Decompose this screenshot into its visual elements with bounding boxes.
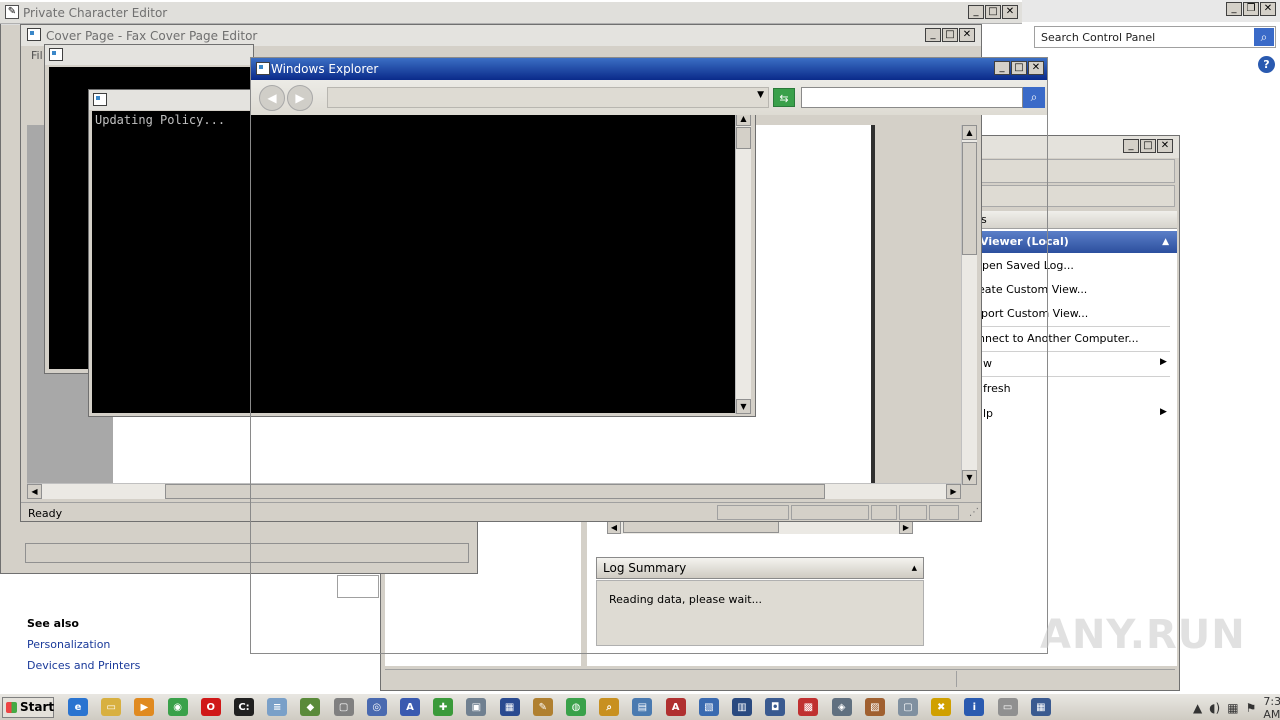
app-icon-14[interactable]: ◘: [765, 698, 786, 716]
console-back-titlebar[interactable]: [45, 45, 253, 65]
address-dropdown-icon[interactable]: ▼: [757, 90, 764, 100]
anyrun-watermark: ANY.RUN: [1040, 612, 1246, 658]
opera-icon[interactable]: O: [200, 698, 221, 716]
chrome-icon[interactable]: ◉: [167, 698, 188, 716]
close-button[interactable]: ✕: [959, 28, 975, 42]
app-icon-1[interactable]: ◆: [300, 698, 321, 716]
app-icon-13[interactable]: ▥: [732, 698, 752, 716]
show-hidden-icons-icon[interactable]: ▲: [1193, 701, 1202, 715]
fax-editor-titlebar[interactable]: Cover Page - Fax Cover Page Editor: [21, 25, 981, 46]
app-icon-17[interactable]: ▨: [864, 698, 885, 716]
console-icon: [49, 48, 63, 61]
watermark-text: ANY.RUN: [1040, 612, 1246, 658]
private-char-titlebar-extension: ✎ Private Character Editor: [0, 2, 1022, 24]
explorer-app-icon: [256, 62, 270, 75]
notepad-icon[interactable]: ≡: [267, 698, 288, 716]
flag-icon[interactable]: ⚑: [1246, 701, 1257, 715]
magnifier-icon[interactable]: ⌕: [599, 698, 620, 716]
link-devices-and-printers[interactable]: Devices and Printers: [27, 659, 140, 672]
help-icon[interactable]: ?: [1258, 56, 1275, 73]
console-icon: [93, 93, 107, 106]
private-char-controls-right: _ □ ✕: [968, 5, 1278, 19]
app-icon-6[interactable]: ▣: [466, 698, 487, 716]
explorer-search-input[interactable]: [801, 87, 1023, 108]
app-icon-16[interactable]: ◈: [831, 698, 852, 716]
explorer-titlebar[interactable]: Windows Explorer: [251, 58, 1047, 80]
explorer-controls: _ □ ✕: [994, 61, 1044, 75]
search-icon[interactable]: ⌕: [1254, 28, 1274, 46]
explorer-navbar: ◀ ▶ ▼ ⇆ ⌕: [251, 80, 1047, 115]
forward-button[interactable]: ▶: [287, 85, 313, 111]
taskbar: Start e ▭ ▶ ◉ O C: ≡ ◆ ▢ ◎ A ✚ ▣ ▦ ✎ ◍ ⌕ ▤ A ▧ ▥ ◘ ▩ ◈ ▨ ▢ ✖ i ▭ ▦ ▲ …: [0, 693, 1280, 720]
system-tray: ▲ ◖) ▦ ⚑ 7:33 AM: [1075, 694, 1280, 720]
toolbox: [5, 47, 21, 297]
ie-icon[interactable]: e: [68, 698, 88, 716]
cmd-icon[interactable]: C:: [234, 698, 254, 716]
close-button[interactable]: ✕: [1157, 139, 1173, 153]
app-icon-3[interactable]: ◎: [366, 698, 387, 716]
desktop: _ ❐ ✕ Search Control Panel ⌕ ? See also …: [0, 0, 1280, 720]
search-icon[interactable]: ⌕: [1023, 87, 1045, 108]
maximize-button[interactable]: □: [942, 28, 958, 42]
maximize-button[interactable]: □: [1011, 61, 1027, 75]
maximize-button[interactable]: □: [985, 5, 1001, 19]
see-also-title: See also: [27, 617, 79, 630]
minimize-button[interactable]: _: [1123, 139, 1139, 153]
fax-editor-controls: _ □ ✕: [925, 28, 975, 42]
address-bar[interactable]: ▼: [327, 87, 769, 108]
speaker-icon[interactable]: ◖): [1209, 701, 1220, 715]
window-title: Private Character Editor: [23, 6, 168, 20]
app-icon-8[interactable]: ✎: [532, 698, 553, 716]
fax-app-icon: [27, 28, 41, 41]
app-icon-18[interactable]: ▢: [898, 698, 918, 716]
submenu-arrow-icon: ▶: [1160, 357, 1167, 367]
app-icon-11[interactable]: A: [665, 698, 686, 716]
start-button[interactable]: Start: [2, 697, 54, 718]
media-player-icon[interactable]: ▶: [134, 698, 155, 716]
app-icon-19[interactable]: ✖: [931, 698, 952, 716]
app-icon-10[interactable]: ▤: [632, 698, 653, 716]
window-title: Windows Explorer: [271, 62, 379, 76]
submenu-arrow-icon: ▶: [1160, 407, 1167, 417]
app-icon-2[interactable]: ▢: [333, 698, 354, 716]
back-button[interactable]: ◀: [259, 85, 285, 111]
edit-app-icon: ✎: [5, 5, 19, 19]
close-button[interactable]: ✕: [1002, 5, 1018, 19]
network-icon[interactable]: ▦: [1227, 701, 1238, 715]
app-icon-12[interactable]: ▧: [698, 698, 719, 716]
status-text: Ready: [28, 507, 63, 520]
window-title: Cover Page - Fax Cover Page Editor: [46, 28, 258, 43]
close-button[interactable]: ✕: [1028, 61, 1044, 75]
menu-file[interactable]: Fil: [31, 49, 43, 62]
minimize-button[interactable]: _: [994, 61, 1010, 75]
app-icon-21[interactable]: ▦: [1030, 698, 1051, 716]
maximize-button[interactable]: □: [1140, 139, 1156, 153]
explorer-icon[interactable]: ▭: [101, 698, 122, 716]
link-personalization[interactable]: Personalization: [27, 638, 110, 651]
start-label: Start: [20, 700, 55, 714]
clock[interactable]: 7:33 AM: [1263, 695, 1280, 720]
app-icon-7[interactable]: ▦: [499, 698, 520, 716]
search-control-panel-box[interactable]: Search Control Panel ⌕: [1034, 26, 1276, 48]
app-icon-15[interactable]: ▩: [798, 698, 819, 716]
refresh-icon[interactable]: ⇆: [773, 88, 795, 107]
app-icon-5[interactable]: ✚: [433, 698, 454, 716]
windows-explorer-window: Windows Explorer _ □ ✕ ◀ ▶ ▼ ⇆ ⌕: [250, 57, 1048, 654]
collapse-arrow-icon[interactable]: ▲: [1162, 231, 1169, 253]
app-icon-20[interactable]: ▭: [997, 698, 1018, 716]
scroll-left-arrow[interactable]: ◀: [27, 484, 42, 499]
info-icon[interactable]: i: [964, 698, 985, 716]
event-viewer-controls: _ □ ✕: [1123, 139, 1173, 153]
app-icon-9[interactable]: ◍: [566, 698, 586, 716]
search-control-panel-placeholder: Search Control Panel: [1041, 31, 1156, 44]
minimize-button[interactable]: _: [968, 5, 984, 19]
app-icon-4[interactable]: A: [400, 698, 420, 716]
minimize-button[interactable]: _: [925, 28, 941, 42]
